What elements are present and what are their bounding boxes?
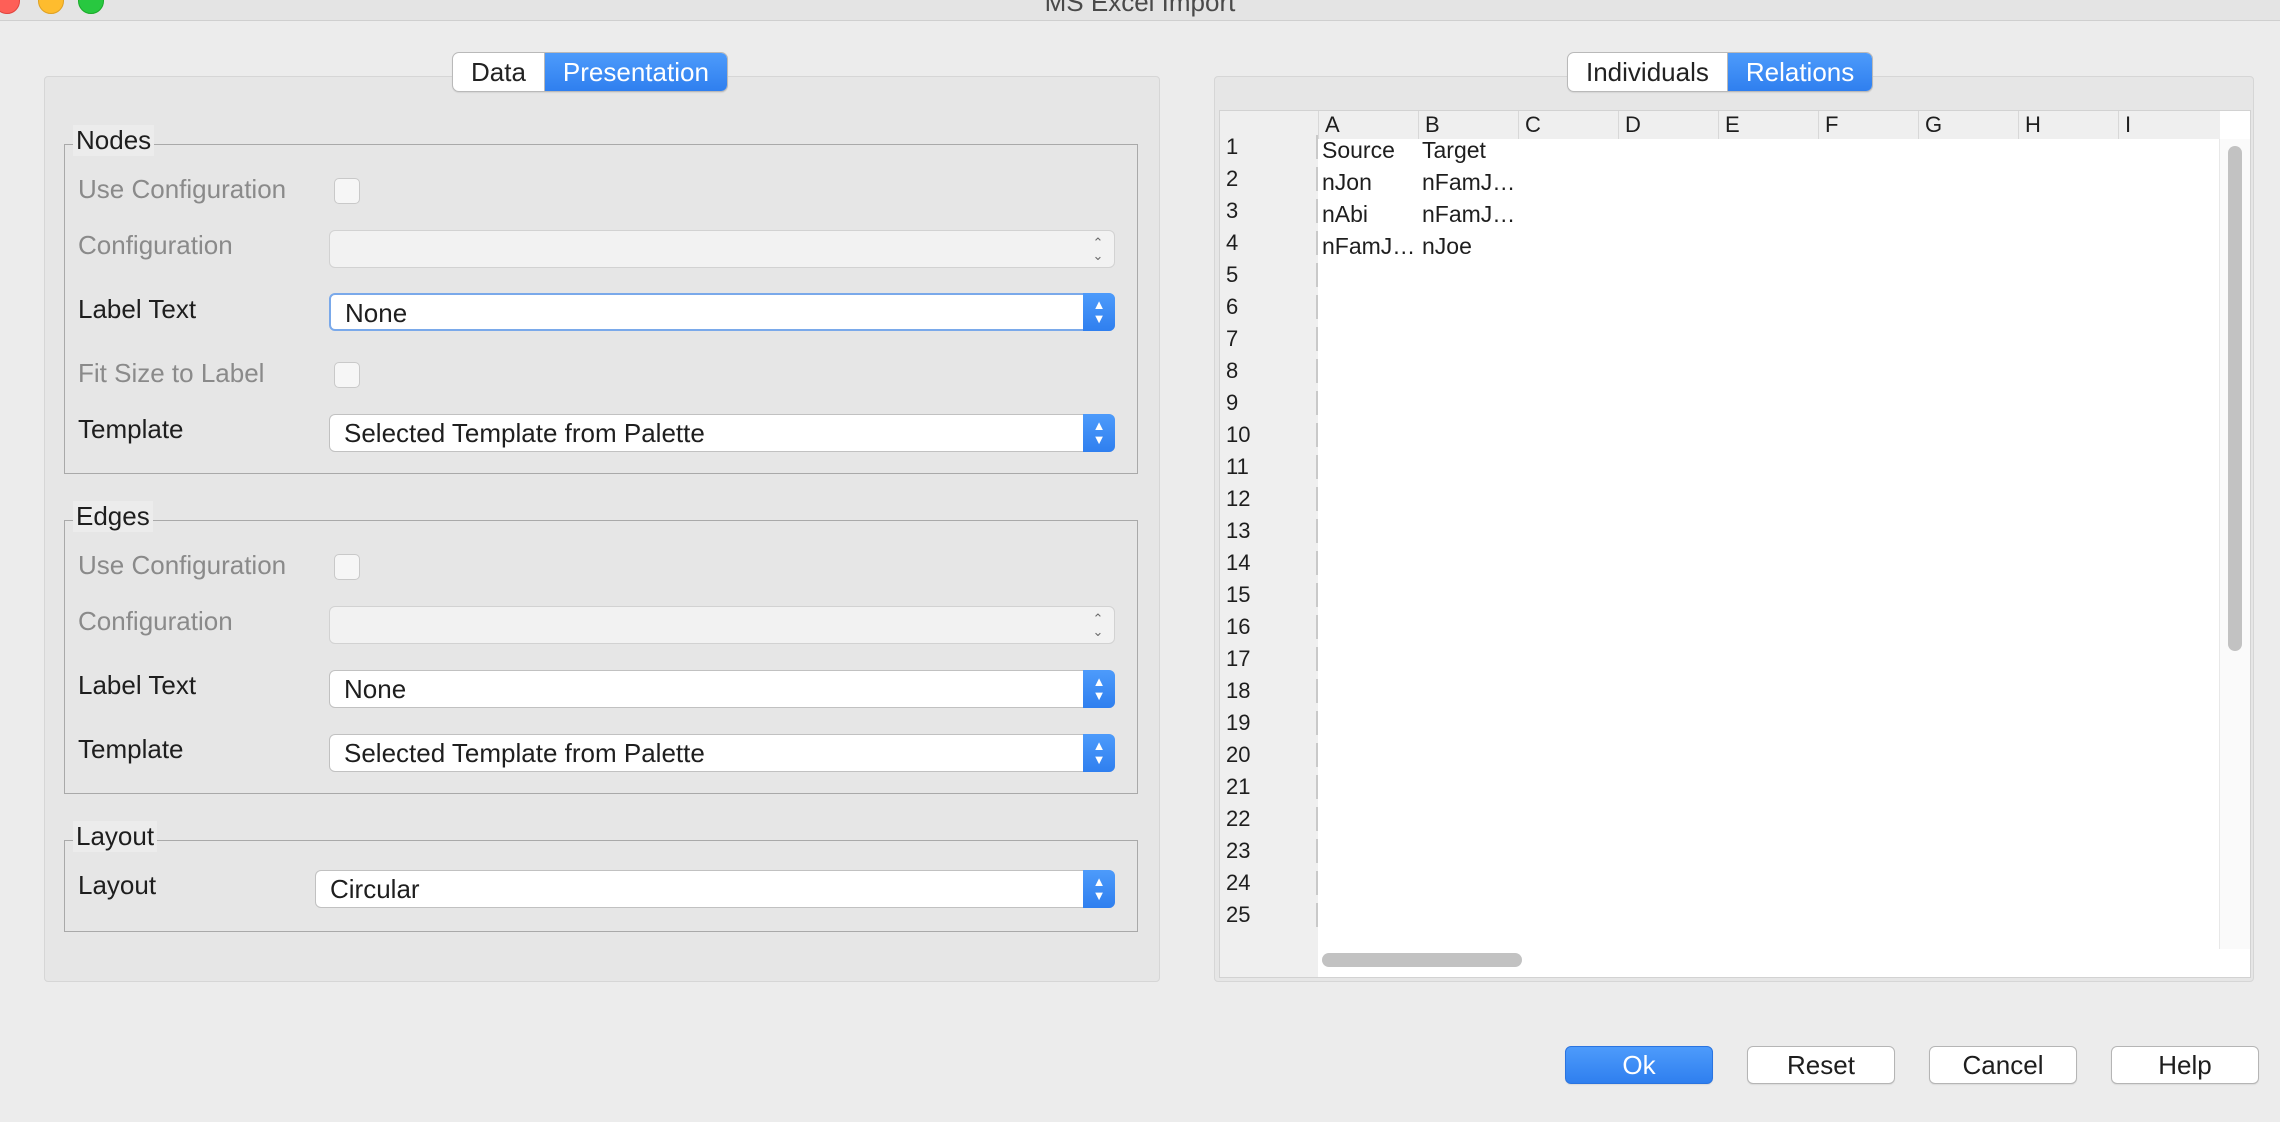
nodes-use-configuration-checkbox[interactable] <box>334 178 360 204</box>
nodes-label-text-value: None <box>345 298 408 328</box>
tab-data[interactable]: Data <box>453 53 544 91</box>
edges-label-text-label: Label Text <box>78 670 197 700</box>
cancel-button[interactable]: Cancel <box>1929 1046 2077 1084</box>
row-header[interactable]: 16 <box>1220 611 1318 643</box>
vertical-scrollbar[interactable] <box>2228 146 2242 651</box>
row-header[interactable]: 13 <box>1220 515 1318 547</box>
tab-presentation[interactable]: Presentation <box>543 53 727 91</box>
column-header[interactable]: F <box>1818 111 1918 139</box>
nodes-label-text-select[interactable]: None ▲ ▼ <box>329 293 1115 331</box>
chevron-up-down-icon: ▲ ▼ <box>1083 870 1115 908</box>
nodes-template-label: Template <box>78 414 184 444</box>
spreadsheet-preview[interactable]: ABCDEFGHI 1 2 3 4 5 6 7 8 9 10 11 12 13 14 15 16 17 18 19 2… <box>1219 110 2251 978</box>
nodes-fit-size-checkbox[interactable] <box>334 362 360 388</box>
horizontal-scrollbar[interactable] <box>1322 953 1522 967</box>
layout-value: Circular <box>330 874 420 904</box>
row-header[interactable]: 17 <box>1220 643 1318 675</box>
edges-template-select[interactable]: Selected Template from Palette ▲ ▼ <box>329 734 1115 772</box>
table-cell[interactable]: nFamJ… <box>1422 166 1516 198</box>
row-header[interactable]: 9 <box>1220 387 1318 419</box>
table-cell[interactable]: Source <box>1322 134 1416 166</box>
nodes-template-value: Selected Template from Palette <box>344 418 705 448</box>
row-header[interactable]: 5 <box>1220 259 1318 291</box>
row-header[interactable]: 23 <box>1220 835 1318 867</box>
edges-use-configuration-checkbox[interactable] <box>334 554 360 580</box>
column-header[interactable]: E <box>1718 111 1818 139</box>
column-header[interactable]: H <box>2018 111 2118 139</box>
chevron-up-down-icon: ▲ ▼ <box>1083 414 1115 452</box>
help-button[interactable]: Help <box>2111 1046 2259 1084</box>
row-header[interactable]: 2 <box>1220 163 1318 195</box>
table-cell[interactable]: nFamJ… <box>1422 198 1516 230</box>
row-header[interactable]: 15 <box>1220 579 1318 611</box>
edges-label-text-value: None <box>344 674 407 704</box>
layout-group-title: Layout <box>73 821 158 852</box>
chevron-up-down-icon: ⌃ ⌄ <box>1092 235 1104 263</box>
edges-template-value: Selected Template from Palette <box>344 738 705 768</box>
table-cell[interactable]: nJoe <box>1422 230 1516 262</box>
window-title: MS Excel Import <box>1044 0 1236 17</box>
edges-use-configuration-label: Use Configuration <box>78 550 287 580</box>
row-header[interactable]: 24 <box>1220 867 1318 899</box>
nodes-group-title: Nodes <box>73 125 155 156</box>
edges-configuration-select[interactable]: ⌃ ⌄ <box>329 606 1115 644</box>
row-header[interactable]: 4 <box>1220 227 1318 259</box>
row-header[interactable]: 25 <box>1220 899 1318 931</box>
row-header[interactable]: 21 <box>1220 771 1318 803</box>
right-tab-bar: Individuals Relations <box>1567 52 1874 92</box>
edges-template-label: Template <box>78 734 184 764</box>
row-header[interactable]: 6 <box>1220 291 1318 323</box>
column-header[interactable]: G <box>1918 111 2018 139</box>
nodes-use-configuration-label: Use Configuration <box>78 174 287 204</box>
column-header[interactable]: D <box>1618 111 1718 139</box>
layout-label: Layout <box>78 870 157 900</box>
chevron-up-down-icon: ▲ ▼ <box>1083 293 1115 331</box>
chevron-up-down-icon: ▲ ▼ <box>1083 670 1115 708</box>
row-header[interactable]: 12 <box>1220 483 1318 515</box>
edges-configuration-label: Configuration <box>78 606 233 636</box>
nodes-template-select[interactable]: Selected Template from Palette ▲ ▼ <box>329 414 1115 452</box>
left-tab-bar: Data Presentation <box>452 52 728 92</box>
edges-label-text-select[interactable]: None ▲ ▼ <box>329 670 1115 708</box>
row-header[interactable]: 19 <box>1220 707 1318 739</box>
table-cell[interactable]: nJon <box>1322 166 1416 198</box>
row-header[interactable]: 22 <box>1220 803 1318 835</box>
edges-group-title: Edges <box>73 501 153 532</box>
row-header[interactable]: 1 <box>1220 131 1318 163</box>
chevron-up-down-icon: ⌃ ⌄ <box>1092 611 1104 639</box>
row-header[interactable]: 7 <box>1220 323 1318 355</box>
tab-individuals[interactable]: Individuals <box>1568 53 1727 91</box>
tab-relations[interactable]: Relations <box>1726 53 1873 91</box>
nodes-label-text-label: Label Text <box>78 294 197 324</box>
row-header[interactable]: 18 <box>1220 675 1318 707</box>
row-header[interactable]: 10 <box>1220 419 1318 451</box>
row-header[interactable]: 8 <box>1220 355 1318 387</box>
table-cell[interactable]: Target <box>1422 134 1516 166</box>
row-header[interactable]: 14 <box>1220 547 1318 579</box>
ok-button[interactable]: Ok <box>1565 1046 1713 1084</box>
title-bar: MS Excel Import <box>0 0 2280 21</box>
column-header[interactable]: I <box>2118 111 2218 139</box>
nodes-configuration-label: Configuration <box>78 230 233 260</box>
row-header[interactable]: 3 <box>1220 195 1318 227</box>
nodes-configuration-select[interactable]: ⌃ ⌄ <box>329 230 1115 268</box>
nodes-fit-size-label: Fit Size to Label <box>78 358 265 388</box>
table-cell[interactable]: nFamJ… <box>1322 230 1416 262</box>
row-header[interactable]: 11 <box>1220 451 1318 483</box>
layout-select[interactable]: Circular ▲ ▼ <box>315 870 1115 908</box>
reset-button[interactable]: Reset <box>1747 1046 1895 1084</box>
chevron-up-down-icon: ▲ ▼ <box>1083 734 1115 772</box>
row-header[interactable]: 20 <box>1220 739 1318 771</box>
table-cell[interactable]: nAbi <box>1322 198 1416 230</box>
column-header[interactable]: C <box>1518 111 1618 139</box>
